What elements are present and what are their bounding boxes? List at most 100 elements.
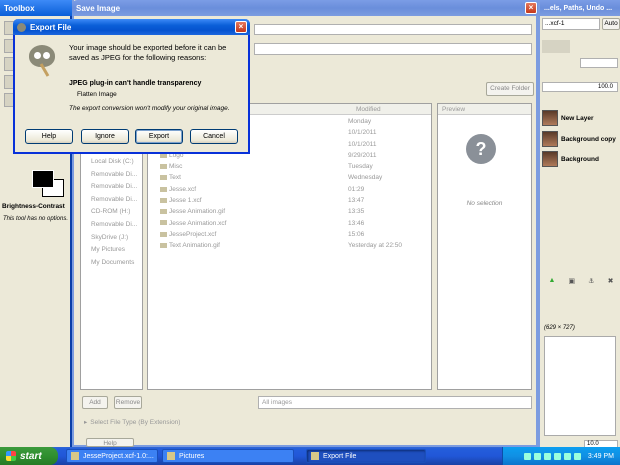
file-type-label: Select File Type (By Extension) — [90, 418, 181, 426]
flatten-image-option[interactable]: Flatten Image — [77, 91, 117, 98]
layer-thumbnail — [542, 110, 558, 126]
layer-row[interactable]: Background copy — [542, 130, 620, 148]
windows-logo-icon — [6, 451, 16, 461]
place-item[interactable]: My Pictures — [81, 244, 142, 257]
gimp-small-icon — [17, 22, 26, 32]
taskbar-item-export[interactable]: Export File — [306, 449, 426, 463]
fg-bg-color-selector[interactable] — [32, 170, 66, 198]
export-close-button[interactable]: × — [235, 21, 247, 33]
anchor-layer-icon[interactable]: ⚓ — [588, 277, 594, 289]
file-icon — [160, 197, 167, 203]
tray-icon[interactable] — [543, 452, 551, 460]
opacity-slider[interactable]: 100.0 — [542, 82, 618, 92]
layer-actions: ▲ ▣ ⚓ ✖ — [542, 277, 620, 289]
file-type-expander[interactable]: ▸ Select File Type (By Extension) — [84, 418, 181, 427]
save-in-folder-select[interactable] — [254, 43, 532, 55]
file-filter-select[interactable]: All images — [258, 396, 532, 409]
file-row[interactable]: JesseProject.xcf 15:06 — [148, 229, 431, 240]
layer-thumbnail — [542, 131, 558, 147]
preview-header: Preview — [438, 104, 531, 115]
export-reason: JPEG plug-in can't handle transparency — [69, 80, 202, 87]
expander-arrow-icon: ▸ — [84, 419, 88, 426]
remove-place-button[interactable]: Remove — [114, 396, 142, 409]
layer-thumbnail — [542, 151, 558, 167]
folder-task-icon — [167, 452, 175, 460]
tray-icon[interactable] — [573, 452, 581, 460]
brush-grid[interactable] — [544, 336, 616, 436]
layer-row[interactable]: Background — [542, 150, 620, 168]
save-help-button[interactable]: Help — [86, 438, 134, 447]
dock-tabs[interactable] — [542, 40, 570, 53]
gimp-task-icon — [311, 452, 319, 460]
file-icon — [160, 243, 167, 249]
raise-layer-icon[interactable]: ▲ — [549, 277, 556, 289]
preview-status: No selection — [466, 200, 503, 207]
place-item[interactable]: SkyDrive (J:) — [81, 232, 142, 245]
export-titlebar[interactable]: Export File × — [13, 19, 250, 35]
file-row[interactable]: Text Animation.gif Yesterday at 22:50 — [148, 240, 431, 251]
layer-row[interactable]: New Layer — [542, 109, 620, 127]
brush-info: (629 × 727) — [544, 325, 575, 331]
dock-title: ...els, Paths, Undo ... — [544, 4, 613, 12]
file-icon — [160, 231, 167, 237]
ignore-button[interactable]: Ignore — [81, 129, 129, 144]
taskbar-item-gimp[interactable]: JesseProject.xcf-1.0:... — [66, 449, 158, 463]
toolbox-titlebar[interactable]: Toolbox — [0, 0, 72, 16]
filename-input[interactable] — [254, 24, 532, 35]
toolbox-title: Toolbox — [4, 3, 35, 13]
file-row[interactable]: Jesse Animation.gif 13:35 — [148, 206, 431, 217]
file-row[interactable]: Jesse.xcf 01:29 — [148, 184, 431, 195]
image-select[interactable]: ...xcf-1 — [542, 18, 600, 30]
export-note: The export conversion won't modify your … — [69, 105, 230, 112]
taskbar-item-pictures[interactable]: Pictures — [162, 449, 294, 463]
no-preview-icon: ? — [466, 134, 496, 164]
tray-icon[interactable] — [553, 452, 561, 460]
layer-mode-select[interactable] — [580, 58, 618, 68]
places-list: Local Disk (C:) Removable Di... Removabl… — [81, 156, 142, 269]
add-place-button[interactable]: Add — [82, 396, 108, 409]
gimp-task-icon — [71, 452, 79, 460]
file-row[interactable]: Text Wednesday — [148, 172, 431, 183]
duplicate-layer-icon[interactable]: ▣ — [569, 277, 576, 289]
dock-titlebar[interactable]: ...els, Paths, Undo ... — [540, 0, 620, 16]
save-image-titlebar[interactable]: Save Image × — [72, 0, 540, 16]
start-button[interactable]: start — [0, 447, 58, 465]
layers-dock: ...els, Paths, Undo ... ...xcf-1 Auto 10… — [538, 0, 620, 448]
tray-icon[interactable] — [533, 452, 541, 460]
place-item[interactable]: My Documents — [81, 257, 142, 270]
clock[interactable]: 3:49 PM — [588, 453, 614, 460]
export-title: Export File — [30, 22, 72, 32]
save-image-title: Save Image — [76, 3, 121, 13]
place-item[interactable]: CD-ROM (H:) — [81, 206, 142, 219]
auto-button[interactable]: Auto — [602, 18, 620, 30]
export-button[interactable]: Export — [135, 129, 183, 144]
tool-options-title: Brightness-Contrast — [2, 203, 65, 210]
place-item[interactable]: Local Disk (C:) — [81, 156, 142, 169]
file-row[interactable]: Jesse Animation.xcf 13:46 — [148, 218, 431, 229]
file-row[interactable]: Misc Tuesday — [148, 161, 431, 172]
place-item[interactable]: Removable Di... — [81, 219, 142, 232]
folder-icon — [160, 175, 167, 181]
taskbar: start JesseProject.xcf-1.0:... Pictures … — [0, 447, 620, 465]
preview-pane: Preview ? No selection — [437, 103, 532, 390]
file-icon — [160, 186, 167, 192]
create-folder-button[interactable]: Create Folder — [486, 82, 534, 96]
place-item[interactable]: Removable Di... — [81, 169, 142, 182]
export-file-dialog: Export File × Your image should be expor… — [13, 19, 250, 154]
save-image-close-button[interactable]: × — [525, 2, 537, 14]
tool-options-message: This tool has no options. — [2, 216, 68, 222]
file-icon — [160, 209, 167, 215]
gimp-wilber-icon — [25, 43, 59, 77]
folder-icon — [160, 163, 167, 169]
tray-icon[interactable] — [523, 452, 531, 460]
foreground-color-swatch[interactable] — [32, 170, 54, 188]
cancel-button[interactable]: Cancel — [190, 129, 238, 144]
place-item[interactable]: Removable Di... — [81, 181, 142, 194]
file-row[interactable]: Jesse 1.xcf 13:47 — [148, 195, 431, 206]
delete-layer-icon[interactable]: ✖ — [608, 277, 614, 289]
export-message: Your image should be exported before it … — [69, 43, 227, 62]
help-button[interactable]: Help — [25, 129, 73, 144]
tray-icon[interactable] — [563, 452, 571, 460]
place-item[interactable]: Removable Di... — [81, 194, 142, 207]
system-tray: 3:49 PM — [502, 447, 620, 465]
